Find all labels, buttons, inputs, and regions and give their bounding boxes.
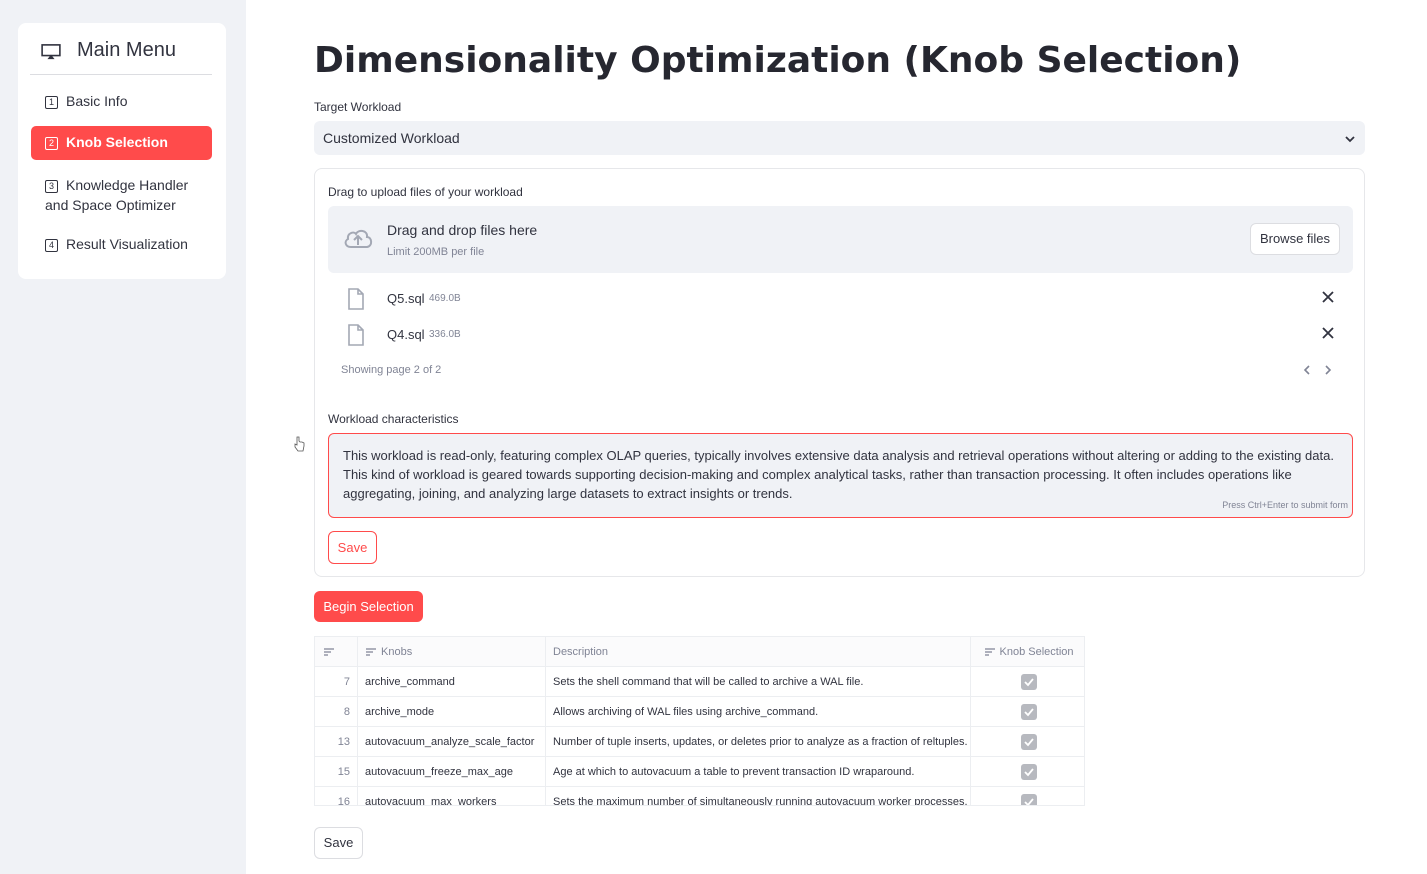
file-size: 469.0B	[429, 293, 461, 304]
uploaded-file-item: Q4.sql 336.0B	[345, 323, 1335, 347]
knobs-header[interactable]: Knobs	[358, 637, 546, 667]
checkbox-checked-icon[interactable]	[1020, 794, 1037, 805]
browse-files-button[interactable]: Browse files	[1250, 223, 1340, 255]
row-index: 15	[315, 757, 358, 787]
file-name: Q4.sql	[387, 327, 425, 342]
knob-description: Sets the maximum number of simultaneousl…	[546, 787, 971, 805]
checkbox-checked-icon[interactable]	[1020, 704, 1037, 721]
knob-table: Knobs Description Knob Selection 7 archi…	[314, 636, 1085, 806]
number-3-icon: 3	[45, 180, 58, 193]
knob-name: autovacuum_analyze_scale_factor	[358, 727, 546, 757]
knob-name: autovacuum_max_workers	[358, 787, 546, 805]
main-menu-card: Main Menu 1 Basic Info 2 Knob Selection 3K…	[18, 23, 226, 279]
target-workload-value: Customized Workload	[323, 130, 460, 146]
knob-name: archive_mode	[358, 697, 546, 727]
table-row: 13 autovacuum_analyze_scale_factor Numbe…	[315, 727, 1084, 757]
chevron-right-icon[interactable]	[1322, 364, 1334, 376]
header-label: Knob Selection	[999, 646, 1074, 658]
edit-column-icon	[366, 648, 376, 656]
file-dropzone[interactable]: Drag and drop files here Limit 200MB per…	[328, 206, 1353, 273]
menu-item-knowledge-handler[interactable]: 3 Knowledge Handler and Space Optimizer	[31, 173, 212, 217]
header-label: Knobs	[381, 646, 413, 658]
knob-checkbox-cell[interactable]	[971, 787, 1084, 805]
chevron-left-icon[interactable]	[1301, 364, 1313, 376]
checkbox-checked-icon[interactable]	[1020, 734, 1037, 751]
row-index: 7	[315, 667, 358, 697]
header-label: Description	[553, 646, 609, 658]
checkbox-checked-icon[interactable]	[1020, 674, 1037, 691]
checkbox-checked-icon[interactable]	[1020, 764, 1037, 781]
knob-name: autovacuum_freeze_max_age	[358, 757, 546, 787]
description-header[interactable]: Description	[546, 637, 971, 667]
sidebar: Main Menu 1 Basic Info 2 Knob Selection 3K…	[0, 0, 246, 874]
menu-item-result-visualization[interactable]: 4 Result Visualization	[31, 234, 212, 256]
knob-description: Age at which to autovacuum a table to pr…	[546, 757, 971, 787]
dropzone-text: Drag and drop files here	[387, 222, 538, 238]
begin-selection-button[interactable]: Begin Selection	[314, 591, 423, 622]
uploaded-file-item: Q5.sql 469.0B	[345, 287, 1335, 311]
knob-checkbox-cell[interactable]	[971, 727, 1084, 757]
save-characteristics-button[interactable]: Save	[328, 531, 377, 564]
knob-name: archive_command	[358, 667, 546, 697]
upload-label: Drag to upload files of your workload	[328, 185, 523, 199]
close-icon[interactable]	[1321, 326, 1335, 340]
knob-checkbox-cell[interactable]	[971, 697, 1084, 727]
menu-item-knob-selection[interactable]: 2 Knob Selection	[31, 126, 212, 160]
menu-title: Main Menu	[77, 39, 176, 61]
number-4-icon: 4	[45, 239, 58, 252]
menu-header: Main Menu	[30, 37, 212, 75]
target-workload-select[interactable]: Customized Workload	[314, 121, 1365, 155]
save-selection-button[interactable]: Save	[314, 827, 363, 859]
row-index-header[interactable]	[315, 637, 358, 667]
chevron-down-icon	[1345, 136, 1355, 143]
knob-selection-header[interactable]: Knob Selection	[971, 637, 1084, 667]
knob-checkbox-cell[interactable]	[971, 667, 1084, 697]
sort-icon	[324, 648, 334, 656]
workload-form: Drag to upload files of your workload Dr…	[314, 168, 1365, 577]
menu-item-label: Basic Info	[66, 93, 128, 109]
menu-item-label: Knob Selection	[66, 134, 168, 150]
cloud-upload-icon	[344, 229, 373, 248]
number-1-icon: 1	[45, 96, 58, 109]
close-icon[interactable]	[1321, 290, 1335, 304]
target-workload-label: Target Workload	[314, 100, 402, 114]
knob-description: Allows archiving of WAL files using arch…	[546, 697, 971, 727]
table-row: 8 archive_mode Allows archiving of WAL f…	[315, 697, 1084, 727]
knob-description: Sets the shell command that will be call…	[546, 667, 971, 697]
row-index: 8	[315, 697, 358, 727]
mouse-cursor-icon	[294, 436, 305, 452]
page-title: Dimensionality Optimization (Knob Select…	[314, 40, 1242, 81]
row-index: 13	[315, 727, 358, 757]
submit-hint: Press Ctrl+Enter to submit form	[1222, 500, 1348, 510]
knob-description: Number of tuple inserts, updates, or del…	[546, 727, 971, 757]
menu-item-label: Result Visualization	[66, 236, 188, 252]
file-name: Q5.sql	[387, 291, 425, 306]
menu-item-label: Knowledge Handler and Space Optimizer	[45, 177, 189, 213]
edit-column-icon	[984, 648, 995, 656]
airplay-icon	[41, 44, 61, 60]
table-row: 16 autovacuum_max_workers Sets the maxim…	[315, 787, 1084, 805]
table-header: Knobs Description Knob Selection	[315, 637, 1084, 667]
menu-item-basic-info[interactable]: 1 Basic Info	[31, 91, 212, 113]
file-size: 336.0B	[429, 329, 461, 340]
characteristics-textarea[interactable]: This workload is read-only, featuring co…	[328, 433, 1353, 518]
file-icon	[348, 288, 364, 310]
characteristics-text: This workload is read-only, featuring co…	[343, 448, 1334, 501]
knob-checkbox-cell[interactable]	[971, 757, 1084, 787]
pagination-text: Showing page 2 of 2	[341, 364, 442, 376]
table-row: 7 archive_command Sets the shell command…	[315, 667, 1084, 697]
table-row: 15 autovacuum_freeze_max_age Age at whic…	[315, 757, 1084, 787]
file-icon	[348, 324, 364, 346]
number-2-icon: 2	[45, 137, 58, 150]
characteristics-label: Workload characteristics	[328, 412, 459, 426]
dropzone-limit: Limit 200MB per file	[387, 246, 485, 258]
row-index: 16	[315, 787, 358, 805]
